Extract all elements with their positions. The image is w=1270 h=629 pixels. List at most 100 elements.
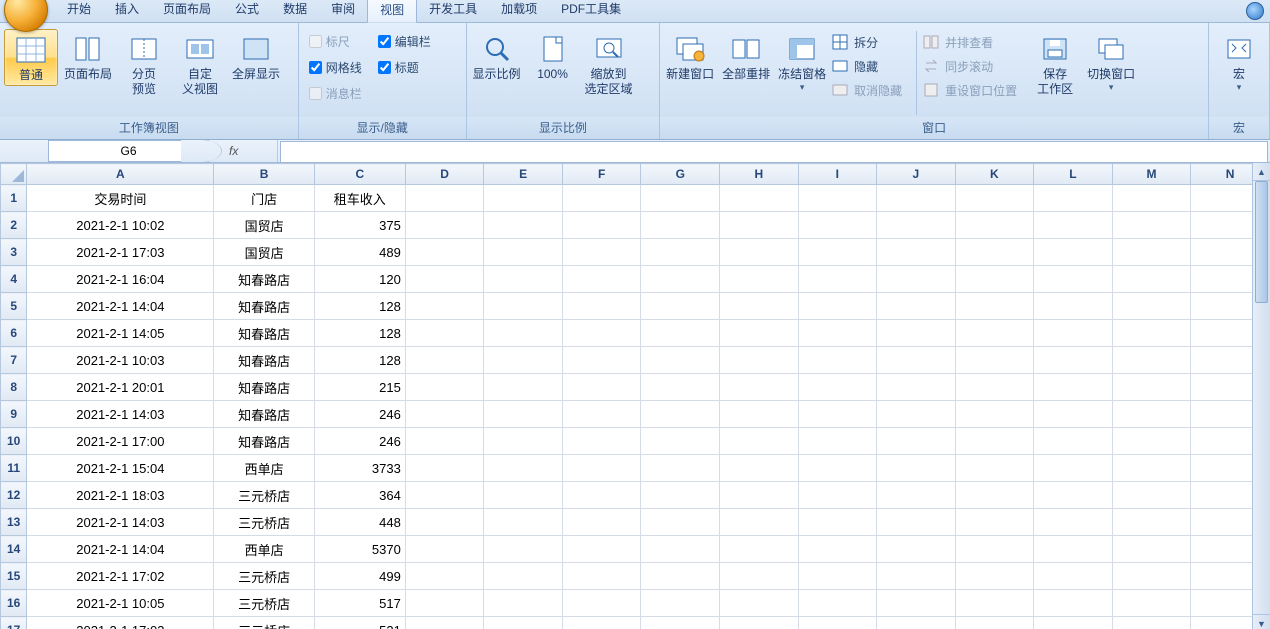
help-icon[interactable] bbox=[1246, 2, 1264, 20]
cell-J17[interactable] bbox=[877, 617, 955, 629]
cell-A16[interactable]: 2021-2-1 10:05 bbox=[27, 590, 214, 617]
cell-M4[interactable] bbox=[1112, 266, 1191, 293]
tab-加载项[interactable]: 加载项 bbox=[489, 0, 549, 22]
cell-G8[interactable] bbox=[641, 374, 720, 401]
cell-I14[interactable] bbox=[798, 536, 876, 563]
cell-B8[interactable]: 知春路店 bbox=[214, 374, 314, 401]
tab-PDF工具集[interactable]: PDF工具集 bbox=[549, 0, 633, 22]
cell-D4[interactable] bbox=[405, 266, 484, 293]
cell-G1[interactable] bbox=[641, 185, 720, 212]
cell-A2[interactable]: 2021-2-1 10:02 bbox=[27, 212, 214, 239]
row-header-7[interactable]: 7 bbox=[1, 347, 27, 374]
cell-I13[interactable] bbox=[798, 509, 876, 536]
cell-E17[interactable] bbox=[484, 617, 563, 629]
cell-H15[interactable] bbox=[720, 563, 799, 590]
cell-K15[interactable] bbox=[955, 563, 1034, 590]
cell-M6[interactable] bbox=[1112, 320, 1191, 347]
cell-K1[interactable] bbox=[955, 185, 1034, 212]
cell-K12[interactable] bbox=[955, 482, 1034, 509]
cell-M7[interactable] bbox=[1112, 347, 1191, 374]
cell-M5[interactable] bbox=[1112, 293, 1191, 320]
formula-input[interactable] bbox=[280, 141, 1268, 163]
cell-H14[interactable] bbox=[720, 536, 799, 563]
cell-C10[interactable]: 246 bbox=[314, 428, 405, 455]
tab-视图[interactable]: 视图 bbox=[367, 0, 417, 23]
cell-F8[interactable] bbox=[562, 374, 641, 401]
cell-A14[interactable]: 2021-2-1 14:04 bbox=[27, 536, 214, 563]
col-header-G[interactable]: G bbox=[641, 164, 720, 185]
new-window-button[interactable]: 新建窗口 bbox=[664, 29, 716, 84]
cell-L17[interactable] bbox=[1034, 617, 1113, 629]
cell-I1[interactable] bbox=[798, 185, 876, 212]
cell-F15[interactable] bbox=[562, 563, 641, 590]
cell-A3[interactable]: 2021-2-1 17:03 bbox=[27, 239, 214, 266]
cell-I9[interactable] bbox=[798, 401, 876, 428]
cell-A15[interactable]: 2021-2-1 17:02 bbox=[27, 563, 214, 590]
cell-B13[interactable]: 三元桥店 bbox=[214, 509, 314, 536]
cell-M1[interactable] bbox=[1112, 185, 1191, 212]
cell-B11[interactable]: 西单店 bbox=[214, 455, 314, 482]
cell-M9[interactable] bbox=[1112, 401, 1191, 428]
cell-G4[interactable] bbox=[641, 266, 720, 293]
save-workspace-button[interactable]: 保存 工作区 bbox=[1029, 29, 1081, 99]
cell-E11[interactable] bbox=[484, 455, 563, 482]
cell-C8[interactable]: 215 bbox=[314, 374, 405, 401]
view-page-break-button[interactable]: 分页 预览 bbox=[118, 29, 170, 99]
cell-E3[interactable] bbox=[484, 239, 563, 266]
cell-C13[interactable]: 448 bbox=[314, 509, 405, 536]
col-header-D[interactable]: D bbox=[405, 164, 484, 185]
cell-L16[interactable] bbox=[1034, 590, 1113, 617]
cell-L15[interactable] bbox=[1034, 563, 1113, 590]
cell-L10[interactable] bbox=[1034, 428, 1113, 455]
tab-开始[interactable]: 开始 bbox=[55, 0, 103, 22]
row-header-15[interactable]: 15 bbox=[1, 563, 27, 590]
cell-D2[interactable] bbox=[405, 212, 484, 239]
cell-K16[interactable] bbox=[955, 590, 1034, 617]
cell-A6[interactable]: 2021-2-1 14:05 bbox=[27, 320, 214, 347]
cell-C12[interactable]: 364 bbox=[314, 482, 405, 509]
cell-B7[interactable]: 知春路店 bbox=[214, 347, 314, 374]
cell-J6[interactable] bbox=[877, 320, 955, 347]
cell-J13[interactable] bbox=[877, 509, 955, 536]
cell-L5[interactable] bbox=[1034, 293, 1113, 320]
cell-H7[interactable] bbox=[720, 347, 799, 374]
chk-headings-box[interactable] bbox=[378, 61, 391, 74]
cell-M2[interactable] bbox=[1112, 212, 1191, 239]
scroll-down-button[interactable]: ▼ bbox=[1253, 614, 1270, 629]
cell-C1[interactable]: 租车收入 bbox=[314, 185, 405, 212]
row-header-17[interactable]: 17 bbox=[1, 617, 27, 629]
cell-K5[interactable] bbox=[955, 293, 1034, 320]
cell-F5[interactable] bbox=[562, 293, 641, 320]
col-header-F[interactable]: F bbox=[562, 164, 641, 185]
cell-H3[interactable] bbox=[720, 239, 799, 266]
row-header-3[interactable]: 3 bbox=[1, 239, 27, 266]
cell-F9[interactable] bbox=[562, 401, 641, 428]
row-header-16[interactable]: 16 bbox=[1, 590, 27, 617]
cell-H4[interactable] bbox=[720, 266, 799, 293]
cell-G5[interactable] bbox=[641, 293, 720, 320]
cell-L3[interactable] bbox=[1034, 239, 1113, 266]
cell-E12[interactable] bbox=[484, 482, 563, 509]
cell-K3[interactable] bbox=[955, 239, 1034, 266]
cell-C7[interactable]: 128 bbox=[314, 347, 405, 374]
cell-B10[interactable]: 知春路店 bbox=[214, 428, 314, 455]
hide-button[interactable]: 隐藏 bbox=[832, 55, 910, 77]
cell-C5[interactable]: 128 bbox=[314, 293, 405, 320]
split-button[interactable]: 拆分 bbox=[832, 31, 910, 53]
cell-E9[interactable] bbox=[484, 401, 563, 428]
cell-K11[interactable] bbox=[955, 455, 1034, 482]
cell-F17[interactable] bbox=[562, 617, 641, 629]
cell-I10[interactable] bbox=[798, 428, 876, 455]
col-header-A[interactable]: A bbox=[27, 164, 214, 185]
view-fullscreen-button[interactable]: 全屏显示 bbox=[230, 29, 282, 84]
cell-D13[interactable] bbox=[405, 509, 484, 536]
row-header-5[interactable]: 5 bbox=[1, 293, 27, 320]
cell-M17[interactable] bbox=[1112, 617, 1191, 629]
cell-J15[interactable] bbox=[877, 563, 955, 590]
cell-H8[interactable] bbox=[720, 374, 799, 401]
cell-A1[interactable]: 交易时间 bbox=[27, 185, 214, 212]
freeze-panes-button[interactable]: 冻结窗格 bbox=[776, 29, 828, 95]
cell-F1[interactable] bbox=[562, 185, 641, 212]
cell-J9[interactable] bbox=[877, 401, 955, 428]
cell-A7[interactable]: 2021-2-1 10:03 bbox=[27, 347, 214, 374]
